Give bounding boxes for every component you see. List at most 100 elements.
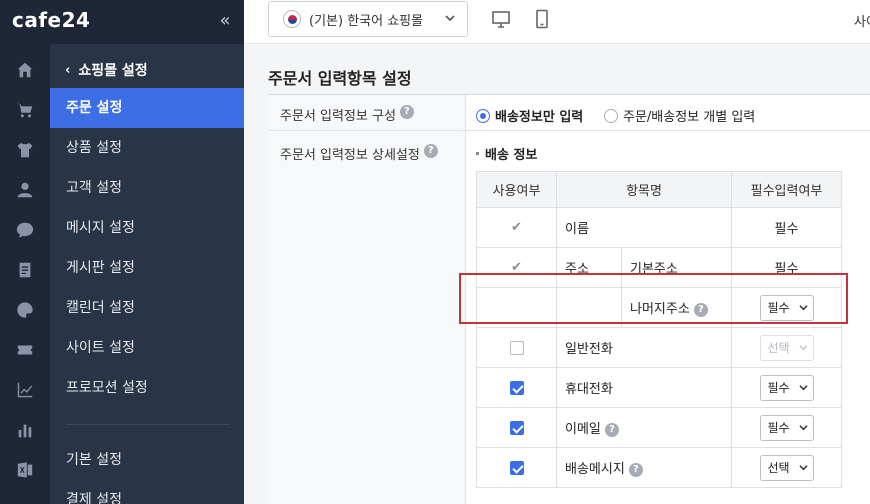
use-cell — [476, 447, 557, 488]
top-bar: (기본) 한국어 쇼핑몰 사이 — [244, 0, 870, 44]
menu-item-calendar-settings[interactable]: 캘린더 설정 — [50, 288, 244, 328]
item-name-text: 이메일 — [565, 422, 601, 437]
required-select-value: 선택 — [767, 461, 790, 475]
item-name-cell: 배송메시지 ? — [555, 447, 733, 488]
use-checkbox[interactable] — [509, 460, 524, 475]
table-row: 휴대전화 필수 — [476, 367, 843, 408]
desktop-view-icon[interactable] — [490, 8, 512, 30]
cart-icon[interactable] — [15, 100, 35, 120]
bullet-icon — [476, 152, 479, 155]
menu-item-message-settings[interactable]: 메시지 설정 — [50, 208, 244, 248]
header-use: 사용여부 — [476, 171, 557, 208]
radio-separate-input-label: 주문/배송정보 개별 입력 — [623, 110, 756, 125]
fixed-check-icon: ✔ — [511, 220, 522, 235]
menu-item-promotion-settings[interactable]: 프로모션 설정 — [50, 368, 244, 408]
radio-dot — [604, 108, 618, 123]
chevron-down-icon — [798, 425, 808, 431]
required-select[interactable]: 선택 — [759, 334, 814, 361]
required-select-value: 필수 — [767, 381, 790, 395]
page-title: 주문서 입력항목 설정 — [268, 69, 412, 88]
menu-item-board-settings[interactable]: 게시판 설정 — [50, 248, 244, 288]
menu-item-order-settings[interactable]: 주문 설정 — [50, 88, 244, 128]
item-name-cell: 일반전화 — [555, 327, 733, 368]
radio-shipping-only-label: 배송정보만 입력 — [495, 110, 584, 125]
chevron-down-icon — [798, 345, 808, 351]
item-name-text: 배송메시지 — [565, 462, 625, 477]
korea-flag-icon — [283, 10, 301, 28]
item-name-cell: 휴대전화 — [555, 367, 733, 408]
help-icon[interactable]: ? — [628, 462, 643, 477]
user-icon[interactable] — [15, 180, 35, 200]
required-select[interactable]: 필수 — [759, 414, 814, 441]
menu-item-product-settings[interactable]: 상품 설정 — [50, 128, 244, 168]
radio-dot — [476, 108, 490, 123]
menu-item-customer-settings[interactable]: 고객 설정 — [50, 168, 244, 208]
icon-rail — [0, 0, 50, 504]
menu-back-label: 쇼핑몰 설정 — [78, 63, 148, 79]
excel-icon[interactable] — [15, 460, 35, 480]
shop-select[interactable]: (기본) 한국어 쇼핑몰 — [268, 1, 468, 37]
shipping-fields-table: 사용여부 항목명 필수입력여부 ✔ 이름 필수 ✔ 주소 기본주소 필수 나머지… — [476, 171, 843, 488]
row-label-composition: 주문서 입력정보 구성 ? — [268, 95, 466, 131]
menu-item-basic-settings[interactable]: 기본 설정 — [50, 440, 244, 480]
header-item-name: 항목명 — [555, 171, 733, 208]
section-title-text: 배송 정보 — [485, 148, 538, 163]
chevron-down-icon — [798, 385, 808, 391]
row-label-composition-text: 주문서 입력정보 구성 — [280, 109, 396, 124]
document-icon[interactable] — [15, 260, 35, 280]
highlight-box — [459, 273, 848, 324]
table-row: 일반전화 선택 — [476, 327, 843, 368]
radio-shipping-only[interactable]: 배송정보만 입력 — [476, 106, 583, 125]
settings-menu: ‹ 쇼핑몰 설정 주문 설정 상품 설정 고객 설정 메시지 설정 게시판 설정… — [50, 44, 244, 504]
coupon-icon[interactable] — [15, 340, 35, 360]
cafe24-logo: cafe24 — [12, 8, 91, 32]
help-icon[interactable]: ? — [423, 144, 438, 158]
required-cell: 필수 — [731, 407, 843, 448]
table-row: 이메일 ? 필수 — [476, 407, 843, 448]
item-name-cell: 이름 — [555, 207, 733, 248]
palette-icon[interactable] — [15, 300, 35, 320]
bar-chart-icon[interactable] — [15, 420, 35, 440]
menu-divider — [66, 424, 230, 425]
collapse-sidebar-icon[interactable]: « — [214, 10, 236, 31]
row-value-composition: 배송정보만 입력 주문/배송정보 개별 입력 — [466, 95, 870, 131]
required-cell: 선택 — [731, 327, 843, 368]
chat-icon[interactable] — [15, 220, 35, 240]
trend-chart-icon[interactable] — [15, 380, 35, 400]
required-select[interactable]: 선택 — [759, 454, 814, 481]
help-icon[interactable]: ? — [605, 422, 620, 437]
help-icon[interactable]: ? — [399, 105, 414, 119]
chevron-down-icon — [798, 465, 808, 471]
required-select-value: 선택 — [767, 341, 790, 355]
menu-back-link[interactable]: ‹ 쇼핑몰 설정 — [65, 60, 148, 80]
menu-item-payment-settings[interactable]: 결제 설정 — [50, 480, 244, 504]
required-select[interactable]: 필수 — [759, 374, 814, 401]
brand-bar: cafe24 « — [0, 0, 244, 44]
use-cell — [476, 327, 557, 368]
section-title-shipping: 배송 정보 — [476, 144, 537, 163]
shirt-icon[interactable] — [15, 140, 35, 160]
required-cell: 필수 — [731, 207, 843, 248]
mobile-view-icon[interactable] — [531, 8, 553, 30]
required-select-value: 필수 — [767, 421, 790, 435]
table-row: ✔ 이름 필수 — [476, 207, 843, 248]
use-checkbox[interactable] — [509, 340, 524, 355]
header-required: 필수입력여부 — [731, 171, 843, 208]
menu-item-site-settings[interactable]: 사이트 설정 — [50, 328, 244, 368]
radio-separate-input[interactable]: 주문/배송정보 개별 입력 — [604, 106, 755, 125]
item-name-cell: 이메일 ? — [555, 407, 733, 448]
chevron-left-icon: ‹ — [65, 62, 71, 78]
use-cell: ✔ — [476, 207, 557, 248]
use-cell — [476, 407, 557, 448]
table-row: 배송메시지 ? 선택 — [476, 447, 843, 488]
chevron-down-icon — [445, 12, 455, 22]
required-cell: 필수 — [731, 367, 843, 408]
required-cell: 선택 — [731, 447, 843, 488]
table-header-row: 사용여부 항목명 필수입력여부 — [476, 171, 843, 208]
shop-select-value: (기본) 한국어 쇼핑몰 — [309, 13, 424, 29]
use-checkbox[interactable] — [509, 420, 524, 435]
home-icon[interactable] — [15, 60, 35, 80]
top-right-text[interactable]: 사이 — [854, 11, 870, 30]
use-cell — [476, 367, 557, 408]
use-checkbox[interactable] — [509, 380, 524, 395]
